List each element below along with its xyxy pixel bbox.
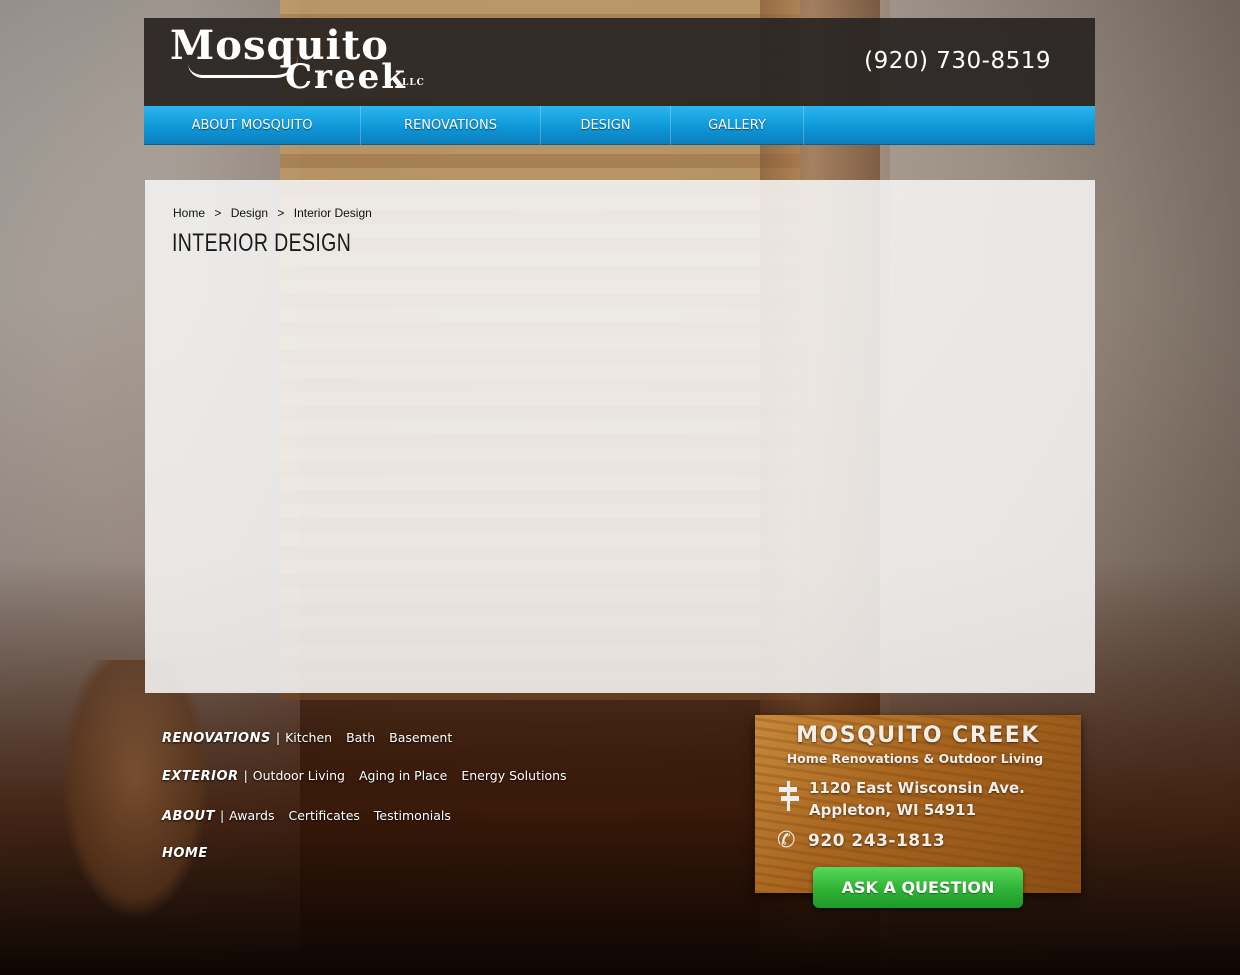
footer-row-exterior: EXTERIOR | Outdoor Living Aging in Place Ene…	[162, 768, 581, 784]
footer-link-testimonials[interactable]: Testimonials	[374, 808, 451, 823]
content-panel: Home > Design > Interior Design INTERIOR…	[145, 180, 1095, 693]
card-address-line2: Appleton, WI 54911	[809, 801, 977, 819]
card-address-line1: 1120 East Wisconsin Ave.	[809, 779, 1025, 797]
phone-icon: ✆	[777, 828, 796, 853]
breadcrumb-separator: >	[214, 206, 222, 220]
main-nav: ABOUT MOSQUITO RENOVATIONS DESIGN GALLER…	[144, 106, 1095, 145]
background-camel-figure	[60, 660, 210, 920]
breadcrumb-separator: >	[277, 206, 285, 220]
footer-head-about[interactable]: ABOUT	[162, 809, 215, 824]
footer-link-energy-solutions[interactable]: Energy Solutions	[461, 768, 566, 783]
card-title: MOSQUITO CREEK	[796, 723, 1040, 748]
footer-row-home: HOME	[162, 845, 208, 861]
card-phone: 920 243-1813	[808, 831, 946, 851]
ask-question-button[interactable]: ASK A QUESTION	[813, 867, 1023, 908]
nav-item-gallery[interactable]: GALLERY	[671, 106, 804, 145]
footer-link-awards[interactable]: Awards	[229, 808, 274, 823]
nav-item-renovations[interactable]: RENOVATIONS	[361, 106, 541, 145]
footer-head-renovations[interactable]: RENOVATIONS	[162, 731, 271, 746]
footer-pipe: |	[219, 808, 225, 823]
footer-link-aging-in-place[interactable]: Aging in Place	[359, 768, 447, 783]
logo-line2: Creek	[285, 57, 407, 97]
footer-row-about: ABOUT | Awards Certificates Testimonials	[162, 808, 465, 824]
footer-link-certificates[interactable]: Certificates	[288, 808, 359, 823]
footer-head-exterior[interactable]: EXTERIOR	[162, 769, 239, 784]
logo-swoosh	[188, 56, 298, 78]
footer-pipe: |	[243, 768, 248, 783]
breadcrumb-design[interactable]: Design	[231, 206, 268, 220]
signpost-icon	[777, 781, 799, 811]
nav-item-design[interactable]: DESIGN	[541, 106, 671, 145]
breadcrumb-home[interactable]: Home	[173, 206, 205, 220]
footer-link-bath[interactable]: Bath	[346, 730, 375, 745]
footer-link-outdoor-living[interactable]: Outdoor Living	[253, 768, 345, 783]
footer-row-renovations: RENOVATIONS | Kitchen Bath Basement	[162, 730, 466, 746]
card-subtitle: Home Renovations & Outdoor Living	[786, 751, 1044, 766]
header-phone: (920) 730-8519	[864, 48, 1051, 74]
nav-item-about-mosquito[interactable]: ABOUT MOSQUITO	[144, 106, 361, 145]
logo-llc: LLC	[402, 78, 425, 88]
footer-pipe: |	[275, 730, 281, 745]
site-header: Mosquito Creek LLC (920) 730-8519	[144, 18, 1095, 106]
breadcrumb-current: Interior Design	[293, 206, 372, 220]
page-title: INTERIOR DESIGN	[172, 229, 352, 257]
site-logo[interactable]: Mosquito Creek LLC	[170, 26, 440, 96]
footer-link-basement[interactable]: Basement	[389, 730, 452, 745]
footer-head-home[interactable]: HOME	[162, 846, 208, 861]
breadcrumb: Home > Design > Interior Design	[173, 206, 372, 220]
footer-link-kitchen[interactable]: Kitchen	[285, 730, 332, 745]
